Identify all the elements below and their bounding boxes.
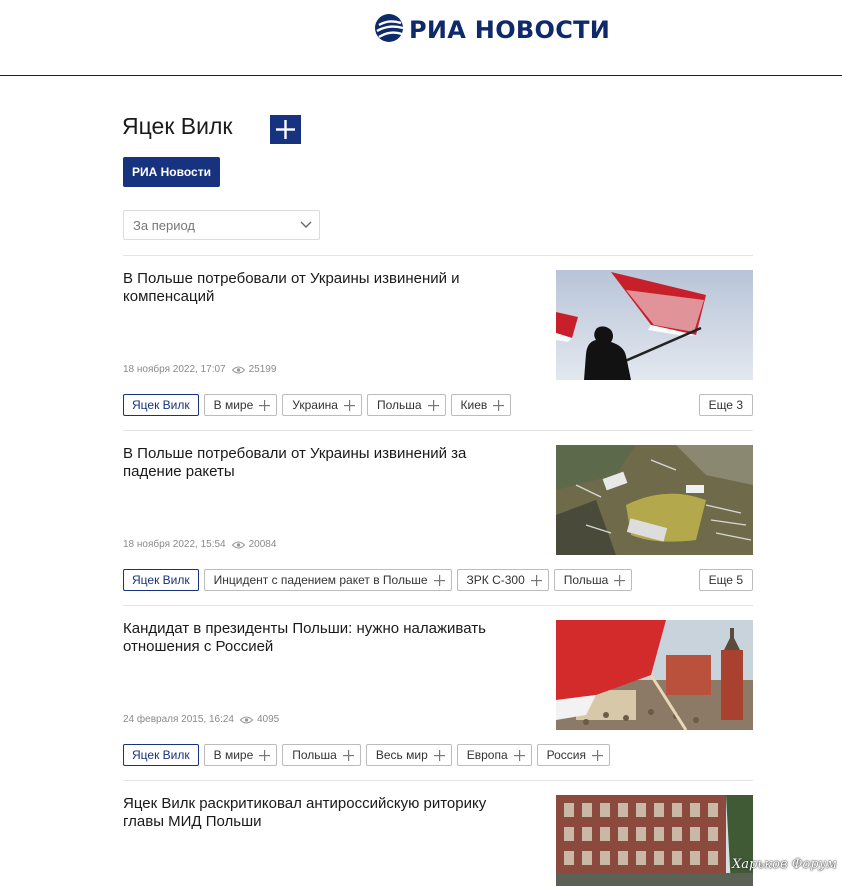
add-subscription-button[interactable] xyxy=(270,115,301,144)
tag-chip[interactable]: Россия xyxy=(536,744,611,766)
tag-chip[interactable]: Украина xyxy=(282,394,362,416)
period-select[interactable]: За период xyxy=(123,210,320,240)
plus-icon xyxy=(276,120,295,139)
article-title[interactable]: Кандидат в президенты Польши: нужно нала… xyxy=(123,620,523,656)
period-select-value: За период xyxy=(133,218,195,233)
tag-label: Россия xyxy=(546,748,587,762)
chevron-down-icon xyxy=(300,221,312,228)
article-thumbnail[interactable] xyxy=(556,270,753,380)
article-title[interactable]: В Польше потребовали от Украины извинени… xyxy=(123,445,523,481)
tag-chip[interactable]: Весь мир xyxy=(365,744,452,766)
tag-label: Инцидент с падением ракет в Польше xyxy=(213,573,428,587)
article-tags: Яцек Вилк В мире Польша Весь мир Европа … xyxy=(123,744,611,766)
article-title[interactable]: В Польше потребовали от Украины извинени… xyxy=(123,270,523,306)
article-date: 18 ноября 2022, 17:07 xyxy=(123,364,226,375)
views-count: 25199 xyxy=(248,364,277,375)
article-item[interactable]: В Польше потребовали от Украины извинени… xyxy=(123,270,753,420)
plus-icon[interactable] xyxy=(259,749,271,761)
tag-chip[interactable]: Яцек Вилк xyxy=(123,569,199,591)
tag-chip[interactable]: Яцек Вилк xyxy=(123,394,199,416)
article-thumbnail[interactable] xyxy=(556,445,753,555)
article-thumbnail[interactable] xyxy=(556,795,753,886)
eye-icon xyxy=(231,366,245,373)
article-item[interactable]: Кандидат в президенты Польши: нужно нала… xyxy=(123,620,753,770)
article-item[interactable]: Яцек Вилк раскритиковал антироссийскую р… xyxy=(123,795,753,886)
site-header: РИА НОВОСТИ xyxy=(0,0,842,76)
plus-icon[interactable] xyxy=(493,399,505,411)
plus-icon[interactable] xyxy=(530,574,542,586)
tag-chip[interactable]: В мире xyxy=(203,744,278,766)
article-thumbnail[interactable] xyxy=(556,620,753,730)
tag-label: Польша xyxy=(376,398,422,412)
plus-icon[interactable] xyxy=(259,399,271,411)
eye-icon xyxy=(231,541,245,548)
tag-chip[interactable]: Киев xyxy=(450,394,512,416)
plus-icon[interactable] xyxy=(433,574,445,586)
tag-label: В мире xyxy=(213,748,254,762)
plus-icon[interactable] xyxy=(427,399,439,411)
tag-label: Европа xyxy=(466,748,508,762)
plus-icon[interactable] xyxy=(342,749,354,761)
ria-logo[interactable]: РИА НОВОСТИ xyxy=(373,12,611,49)
plus-icon[interactable] xyxy=(614,574,626,586)
tag-chip[interactable]: ЗРК С-300 xyxy=(456,569,549,591)
article-date: 24 февраля 2015, 16:24 xyxy=(123,714,234,725)
article-date: 18 ноября 2022, 15:54 xyxy=(123,539,226,550)
article-views: 4095 xyxy=(239,714,280,725)
article-title[interactable]: Яцек Вилк раскритиковал антироссийскую р… xyxy=(123,795,523,831)
tag-chip[interactable]: Польша xyxy=(366,394,446,416)
article-meta: 18 ноября 2022, 17:07 25199 xyxy=(123,364,276,375)
divider xyxy=(123,780,753,781)
article-views: 20084 xyxy=(231,539,277,550)
tag-chip[interactable]: Польша xyxy=(553,569,633,591)
article-item[interactable]: В Польше потребовали от Украины извинени… xyxy=(123,445,753,595)
tag-label: В мире xyxy=(213,398,254,412)
tag-chip[interactable]: Инцидент с падением ракет в Польше xyxy=(203,569,452,591)
page-title: Яцек Вилк xyxy=(122,113,233,139)
divider xyxy=(123,255,753,256)
views-count: 20084 xyxy=(248,539,277,550)
plus-icon[interactable] xyxy=(343,399,355,411)
tag-chip[interactable]: Польша xyxy=(282,744,361,766)
tag-label: ЗРК С-300 xyxy=(466,573,525,587)
tag-label: Яцек Вилк xyxy=(132,573,190,587)
eye-icon xyxy=(239,716,253,723)
plus-icon[interactable] xyxy=(433,749,445,761)
tag-label: Яцек Вилк xyxy=(132,398,190,412)
tag-label: Киев xyxy=(460,398,488,412)
divider xyxy=(123,605,753,606)
tag-label: Польша xyxy=(563,573,609,587)
views-count: 4095 xyxy=(256,714,280,725)
logo-text: РИА НОВОСТИ xyxy=(409,16,611,44)
tag-label: Польша xyxy=(292,748,337,762)
article-meta: 18 ноября 2022, 15:54 20084 xyxy=(123,539,276,550)
tag-chip[interactable]: Европа xyxy=(456,744,532,766)
tag-chip[interactable]: В мире xyxy=(203,394,278,416)
source-badge[interactable]: РИА Новости xyxy=(123,157,220,187)
tag-label: Украина xyxy=(292,398,338,412)
ria-globe-icon xyxy=(373,12,405,49)
watermark: Харьков Форум xyxy=(732,857,837,872)
article-tags: Яцек Вилк Инцидент с падением ракет в По… xyxy=(123,569,633,591)
more-tags-button[interactable]: Еще 5 xyxy=(698,569,753,591)
plus-icon[interactable] xyxy=(592,749,604,761)
tag-chip[interactable]: Яцек Вилк xyxy=(123,744,199,766)
tag-label: Весь мир xyxy=(375,748,428,762)
article-tags: Яцек Вилк В мире Украина Польша Киев xyxy=(123,394,512,416)
more-tags-button[interactable]: Еще 3 xyxy=(698,394,753,416)
divider xyxy=(123,430,753,431)
plus-icon[interactable] xyxy=(513,749,525,761)
article-views: 25199 xyxy=(231,364,277,375)
article-meta: 24 февраля 2015, 16:24 4095 xyxy=(123,714,279,725)
tag-label: Яцек Вилк xyxy=(132,748,190,762)
